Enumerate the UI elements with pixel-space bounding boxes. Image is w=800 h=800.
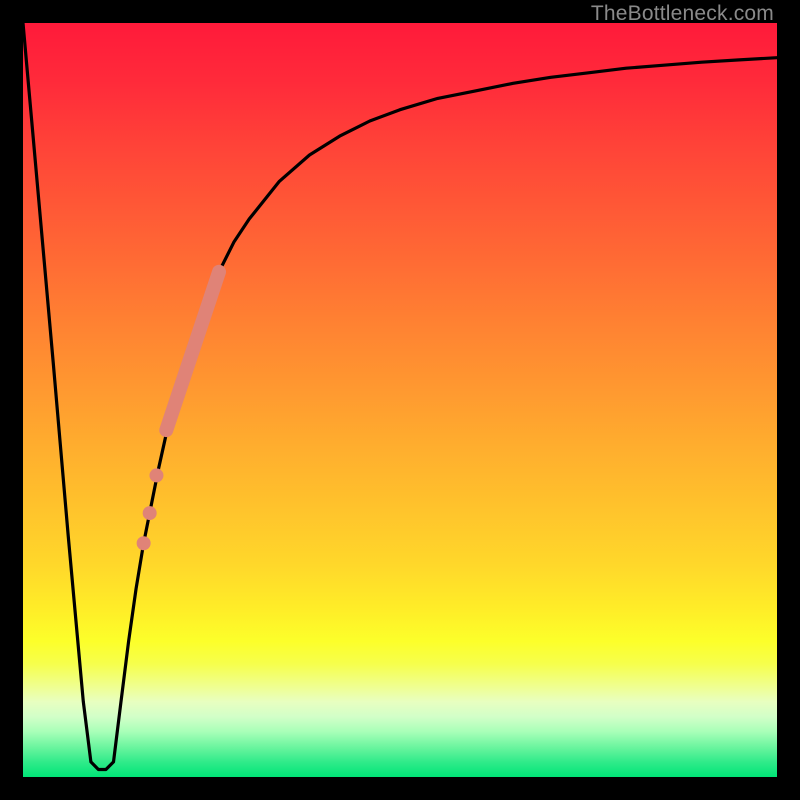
watermark-text: TheBottleneck.com bbox=[591, 2, 774, 26]
chart-frame: TheBottleneck.com bbox=[0, 0, 800, 800]
highlight-dot bbox=[149, 468, 163, 482]
highlight-dot bbox=[137, 536, 151, 550]
highlight-segment bbox=[166, 272, 219, 430]
bottleneck-curve bbox=[23, 23, 777, 770]
highlight-markers bbox=[137, 468, 164, 550]
chart-svg bbox=[23, 23, 777, 777]
highlight-dot bbox=[143, 506, 157, 520]
